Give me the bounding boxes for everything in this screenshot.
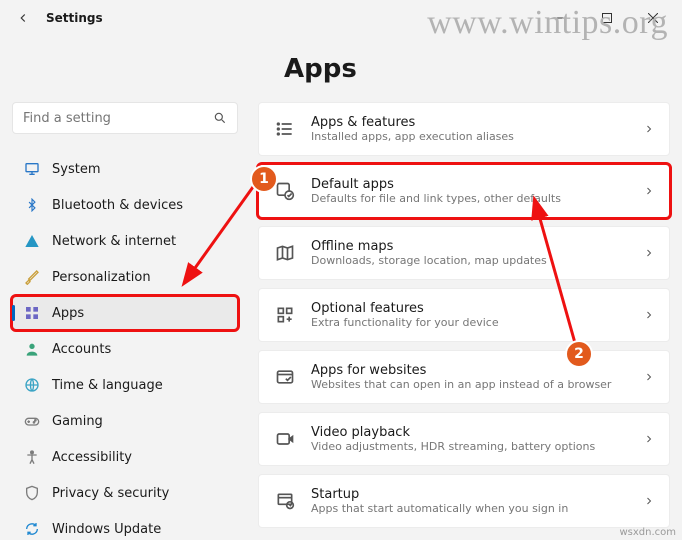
search-box[interactable] <box>12 102 238 134</box>
search-icon <box>213 111 227 125</box>
sidebar-item-label: Time & language <box>52 378 163 393</box>
card-title: Optional features <box>311 301 627 316</box>
card-subtitle: Installed apps, app execution aliases <box>311 130 627 143</box>
default-apps-icon <box>275 181 295 201</box>
card-subtitle: Video adjustments, HDR streaming, batter… <box>311 440 627 453</box>
minimize-button[interactable] <box>540 3 582 33</box>
card-apps-websites[interactable]: Apps for websites Websites that can open… <box>258 350 670 404</box>
system-icon <box>24 161 40 177</box>
card-offline-maps[interactable]: Offline maps Downloads, storage location… <box>258 226 670 280</box>
sidebar-item-system[interactable]: System <box>12 152 238 186</box>
bluetooth-icon <box>24 197 40 213</box>
card-subtitle: Extra functionality for your device <box>311 316 627 329</box>
startup-icon <box>275 491 295 511</box>
card-text: Optional features Extra functionality fo… <box>311 301 627 329</box>
minimize-icon <box>556 13 566 23</box>
card-optional-features[interactable]: Optional features Extra functionality fo… <box>258 288 670 342</box>
card-text: Apps for websites Websites that can open… <box>311 363 627 391</box>
card-title: Default apps <box>311 177 627 192</box>
sidebar-item-label: Privacy & security <box>52 486 169 501</box>
search-input[interactable] <box>23 111 213 126</box>
wifi-icon <box>24 233 40 249</box>
sidebar-item-label: Personalization <box>52 270 151 285</box>
window-title: Settings <box>46 11 103 25</box>
card-text: Video playback Video adjustments, HDR st… <box>311 425 627 453</box>
card-text: Offline maps Downloads, storage location… <box>311 239 627 267</box>
sidebar-item-label: Gaming <box>52 414 103 429</box>
card-default-apps[interactable]: Default apps Defaults for file and link … <box>258 164 670 218</box>
sidebar-item-privacy[interactable]: Privacy & security <box>12 476 238 510</box>
card-text: Apps & features Installed apps, app exec… <box>311 115 627 143</box>
sidebar-item-gaming[interactable]: Gaming <box>12 404 238 438</box>
sidebar-item-label: Bluetooth & devices <box>52 198 183 213</box>
sidebar-item-accessibility[interactable]: Accessibility <box>12 440 238 474</box>
page-title: Apps <box>284 54 682 84</box>
chevron-right-icon <box>643 309 655 321</box>
back-button[interactable] <box>8 3 38 33</box>
main-content: Apps & features Installed apps, app exec… <box>258 102 670 540</box>
globe-icon <box>24 377 40 393</box>
person-icon <box>24 341 40 357</box>
maximize-button[interactable] <box>586 3 628 33</box>
sidebar-item-label: Accessibility <box>52 450 132 465</box>
close-button[interactable] <box>632 3 674 33</box>
chevron-right-icon <box>643 247 655 259</box>
sidebar-item-bluetooth[interactable]: Bluetooth & devices <box>12 188 238 222</box>
card-text: Default apps Defaults for file and link … <box>311 177 627 205</box>
chevron-right-icon <box>643 495 655 507</box>
card-startup[interactable]: Startup Apps that start automatically wh… <box>258 474 670 528</box>
chevron-right-icon <box>643 433 655 445</box>
sidebar-item-accounts[interactable]: Accounts <box>12 332 238 366</box>
chevron-right-icon <box>643 185 655 197</box>
card-subtitle: Downloads, storage location, map updates <box>311 254 627 267</box>
settings-cards: Apps & features Installed apps, app exec… <box>258 102 670 528</box>
card-video-playback[interactable]: Video playback Video adjustments, HDR st… <box>258 412 670 466</box>
close-icon <box>648 13 658 23</box>
shield-icon <box>24 485 40 501</box>
sidebar-item-label: Network & internet <box>52 234 176 249</box>
sidebar-item-label: System <box>52 162 100 177</box>
card-title: Offline maps <box>311 239 627 254</box>
sidebar-item-label: Windows Update <box>52 522 161 537</box>
sidebar-item-label: Apps <box>52 306 84 321</box>
maximize-icon <box>602 13 612 23</box>
card-title: Video playback <box>311 425 627 440</box>
card-title: Apps for websites <box>311 363 627 378</box>
sidebar: System Bluetooth & devices Network & int… <box>12 102 238 540</box>
sidebar-item-label: Accounts <box>52 342 111 357</box>
accessibility-icon <box>24 449 40 465</box>
window-controls <box>540 3 674 33</box>
update-icon <box>24 521 40 537</box>
card-subtitle: Defaults for file and link types, other … <box>311 192 627 205</box>
card-subtitle: Websites that can open in an app instead… <box>311 378 627 391</box>
sidebar-item-personalization[interactable]: Personalization <box>12 260 238 294</box>
chevron-right-icon <box>643 371 655 383</box>
card-text: Startup Apps that start automatically wh… <box>311 487 627 515</box>
gamepad-icon <box>24 413 40 429</box>
card-title: Startup <box>311 487 627 502</box>
link-icon <box>275 367 295 387</box>
sidebar-item-update[interactable]: Windows Update <box>12 512 238 540</box>
map-icon <box>275 243 295 263</box>
video-icon <box>275 429 295 449</box>
sidebar-item-network[interactable]: Network & internet <box>12 224 238 258</box>
features-icon <box>275 305 295 325</box>
list-icon <box>275 119 295 139</box>
arrow-left-icon <box>16 11 30 25</box>
card-subtitle: Apps that start automatically when you s… <box>311 502 627 515</box>
attribution-text: wsxdn.com <box>619 527 676 538</box>
sidebar-nav: System Bluetooth & devices Network & int… <box>12 152 238 540</box>
chevron-right-icon <box>643 123 655 135</box>
titlebar: Settings <box>0 0 682 36</box>
card-apps-features[interactable]: Apps & features Installed apps, app exec… <box>258 102 670 156</box>
sidebar-item-apps[interactable]: Apps <box>12 296 238 330</box>
brush-icon <box>24 269 40 285</box>
apps-icon <box>24 305 40 321</box>
sidebar-item-time[interactable]: Time & language <box>12 368 238 402</box>
card-title: Apps & features <box>311 115 627 130</box>
